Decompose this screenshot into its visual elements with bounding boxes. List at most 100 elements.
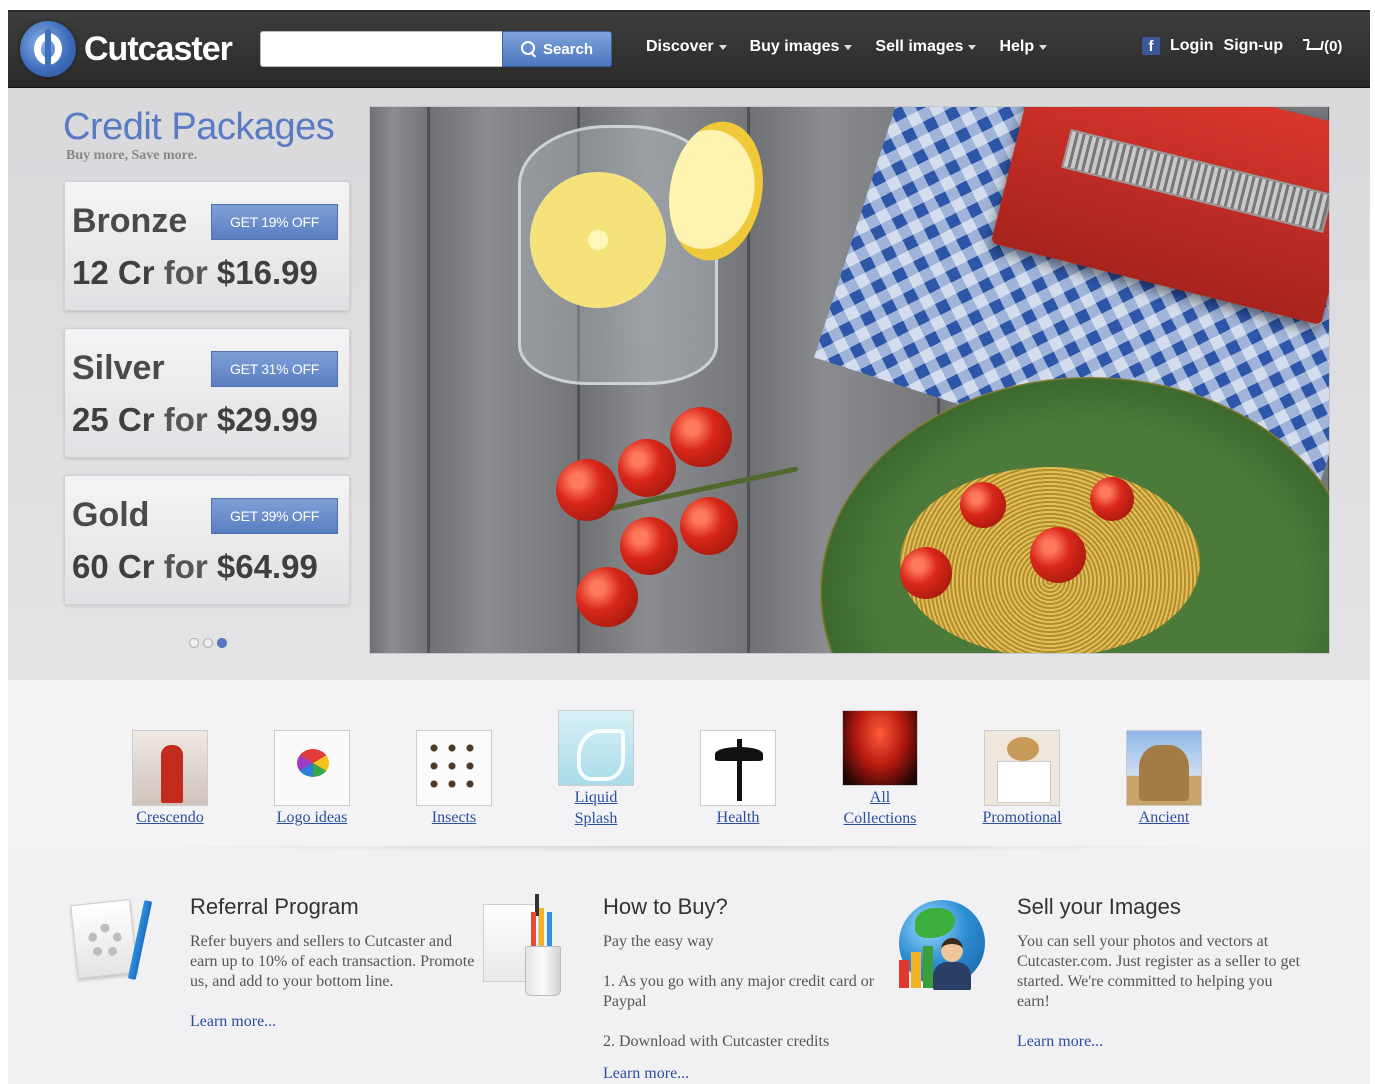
how-to-buy-body: Pay the easy way 1. As you go with any m…	[603, 932, 893, 1084]
package-credits: 25 Cr	[72, 401, 155, 438]
category-label[interactable]: Insects	[404, 807, 504, 828]
chart-bar	[923, 946, 933, 988]
package-card-silver[interactable]: Silver GET 31% OFF 25 Cr for $29.99	[64, 328, 350, 458]
category-label[interactable]: Promotional	[972, 807, 1072, 828]
sell-images-section: Sell your Images You can sell your photo…	[895, 852, 1315, 1084]
how-to-buy-learn-more-link[interactable]: Learn more...	[603, 1064, 689, 1084]
cart-icon	[1303, 39, 1321, 53]
facebook-icon[interactable]: f	[1142, 37, 1160, 55]
person-body	[933, 962, 971, 990]
category-thumbnail[interactable]	[274, 730, 350, 806]
package-name: Bronze	[72, 202, 188, 240]
category-thumbnail[interactable]	[984, 730, 1060, 806]
chart-bar	[899, 960, 909, 988]
package-amount: $29.99	[216, 401, 318, 438]
category-label[interactable]: Crescendo	[120, 807, 220, 828]
nav-help[interactable]: Help	[999, 38, 1048, 56]
package-for-word: for	[163, 548, 208, 585]
package-card-bronze[interactable]: Bronze GET 19% OFF 12 Cr for $16.99	[64, 181, 350, 311]
cherry-tomato	[670, 407, 732, 467]
cherry-tomato	[576, 567, 638, 627]
discount-badge[interactable]: GET 19% OFF	[211, 204, 338, 240]
caret-down-icon	[718, 44, 727, 50]
package-amount: $64.99	[216, 548, 318, 585]
credit-packages-title: Credit Packages	[63, 106, 335, 148]
category-label[interactable]: Liquid Splash	[546, 787, 646, 829]
category-thumbnail[interactable]	[700, 730, 776, 806]
cherry-tomato	[556, 459, 618, 521]
package-for-word: for	[163, 254, 208, 291]
how-to-buy-title: How to Buy?	[603, 894, 728, 919]
meatball	[900, 547, 952, 599]
category-label[interactable]: Ancient	[1114, 807, 1214, 828]
category-thumbnail[interactable]	[558, 710, 634, 786]
package-price: 12 Cr for $16.99	[72, 254, 318, 292]
category-thumbnail[interactable]	[132, 730, 208, 806]
package-credits: 60 Cr	[72, 548, 155, 585]
nav-buy-images[interactable]: Buy images	[750, 38, 853, 56]
category-thumbnail[interactable]	[416, 730, 492, 806]
category-health[interactable]: Health	[688, 730, 788, 828]
how-to-buy-line-2: 1. As you go with any major credit card …	[603, 973, 875, 1010]
credit-packages-subtitle: Buy more, Save more.	[66, 148, 198, 163]
discount-badge[interactable]: GET 31% OFF	[211, 351, 338, 387]
cutcaster-logo-icon	[20, 21, 76, 77]
caret-down-icon	[1039, 44, 1048, 50]
cherry-tomato	[620, 517, 678, 575]
how-to-buy-section: How to Buy? Pay the easy way 1. As you g…	[481, 852, 901, 1084]
cutcaster-logo[interactable]: Cutcaster	[20, 20, 233, 78]
signup-link[interactable]: Sign-up	[1224, 37, 1284, 55]
brand-name: Cutcaster	[84, 29, 233, 68]
meatball	[960, 482, 1006, 528]
nav-sell-images[interactable]: Sell images	[875, 38, 977, 56]
globe-seller-icon	[895, 890, 990, 1000]
search-input[interactable]	[260, 31, 503, 67]
package-card-gold[interactable]: Gold GET 39% OFF 60 Cr for $64.99	[64, 475, 350, 605]
person-head	[941, 938, 963, 962]
referral-program-section: Referral Program Refer buyers and seller…	[68, 852, 488, 1084]
pencil-red	[531, 912, 536, 950]
category-ancient[interactable]: Ancient	[1114, 730, 1214, 828]
discount-badge[interactable]: GET 39% OFF	[211, 498, 338, 534]
pencil-icon	[481, 890, 576, 1000]
referral-body: Refer buyers and sellers to Cutcaster an…	[190, 932, 480, 1032]
nav-discover[interactable]: Discover	[646, 38, 727, 56]
login-link[interactable]: Login	[1170, 37, 1214, 55]
sell-images-text: You can sell your photos and vectors at …	[1017, 933, 1301, 1010]
package-name: Gold	[72, 496, 150, 534]
referral-learn-more-link[interactable]: Learn more...	[190, 1012, 276, 1032]
lemon-slice	[530, 172, 666, 308]
category-all-collections[interactable]: All Collections	[830, 710, 930, 829]
category-thumbnail[interactable]	[842, 710, 918, 786]
carousel-dot-3[interactable]	[217, 638, 227, 648]
category-label[interactable]: All Collections	[830, 787, 930, 829]
pencil-cup-icon	[481, 890, 576, 1000]
category-crescendo[interactable]: Crescendo	[120, 730, 220, 828]
category-label[interactable]: Health	[688, 807, 788, 828]
category-logo-ideas[interactable]: Logo ideas	[262, 730, 362, 828]
sell-images-title: Sell your Images	[1017, 894, 1181, 919]
sell-images-body: You can sell your photos and vectors at …	[1017, 932, 1307, 1052]
cart-button[interactable]: (0)	[1303, 38, 1342, 55]
pencil-blue	[547, 912, 552, 950]
hero-section: Credit Packages Buy more, Save more. Bro…	[8, 88, 1370, 680]
category-insects[interactable]: Insects	[404, 730, 504, 828]
wood-plank	[370, 107, 430, 653]
meatball	[1090, 477, 1134, 521]
category-thumbnail[interactable]	[1126, 730, 1202, 806]
package-credits: 12 Cr	[72, 254, 155, 291]
sell-images-learn-more-link[interactable]: Learn more...	[1017, 1032, 1103, 1052]
search-icon	[520, 41, 537, 57]
referral-title: Referral Program	[190, 894, 359, 919]
carousel-dot-1[interactable]	[189, 638, 199, 648]
search-button[interactable]: Search	[502, 31, 612, 67]
nav-discover-label: Discover	[646, 38, 714, 55]
carousel-dot-2[interactable]	[203, 638, 213, 648]
category-label[interactable]: Logo ideas	[262, 807, 362, 828]
page-frame: Cutcaster Search Discover Buy images Sel…	[8, 10, 1370, 1084]
package-price: 60 Cr for $64.99	[72, 548, 318, 586]
category-liquid-splash[interactable]: Liquid Splash	[546, 710, 646, 829]
package-for-word: for	[163, 401, 208, 438]
hero-food-photo[interactable]	[369, 106, 1330, 654]
category-promotional[interactable]: Promotional	[972, 730, 1072, 828]
